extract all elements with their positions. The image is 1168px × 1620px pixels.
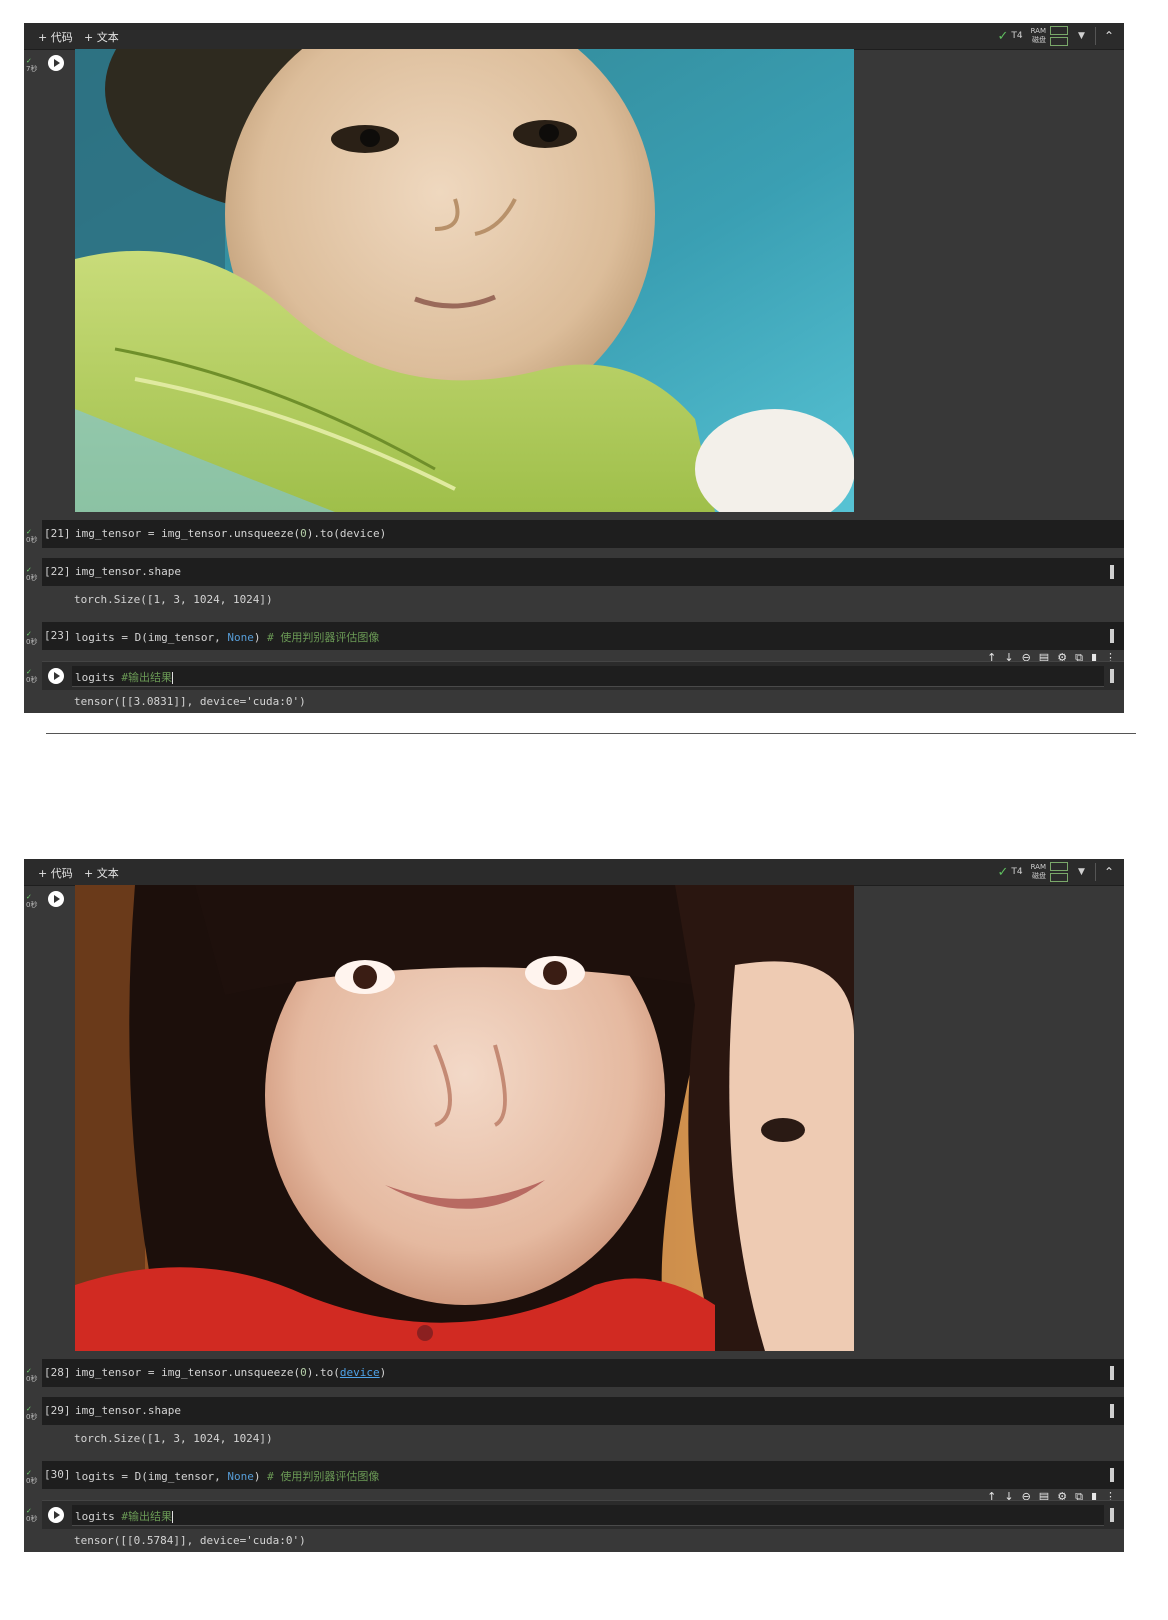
cell-status: ✓ 0秒 xyxy=(26,528,38,544)
runtime-dropdown-icon[interactable]: ▼ xyxy=(1078,31,1085,41)
disk-meter xyxy=(1050,37,1069,46)
toolbar-divider xyxy=(1094,863,1096,881)
check-icon: ✓ xyxy=(26,1469,32,1477)
cell-output: torch.Size([1, 3, 1024, 1024]) xyxy=(74,593,273,606)
connected-check-icon: ✓ xyxy=(997,864,1009,880)
cell-output: tensor([[3.0831]], device='cuda:0') xyxy=(74,695,306,708)
code-line[interactable]: img_tensor.shape xyxy=(75,565,181,578)
code-line[interactable]: logits #输出结果 xyxy=(75,1508,173,1524)
execution-count: [22] xyxy=(44,565,71,578)
baby-photo xyxy=(75,49,854,512)
separator-line xyxy=(46,733,1136,734)
cell-scrollbar[interactable] xyxy=(1110,1508,1114,1522)
run-cell-button[interactable] xyxy=(48,55,64,71)
code-editor[interactable]: logits #输出结果 xyxy=(72,666,1104,687)
toolbar-divider xyxy=(1094,27,1096,45)
code-cell[interactable]: [29] img_tensor.shape xyxy=(42,1397,1124,1425)
cell-scrollbar[interactable] xyxy=(1110,629,1114,643)
cell-status: ✓ 0秒 xyxy=(26,1367,38,1383)
runtime-type[interactable]: T4 xyxy=(1011,31,1022,41)
code-cell[interactable]: [30] logits = D(img_tensor, None) # 使用判别… xyxy=(42,1461,1124,1489)
code-cell[interactable]: [28] img_tensor = img_tensor.unsqueeze(0… xyxy=(42,1359,1124,1387)
runtime-type[interactable]: T4 xyxy=(1011,867,1022,877)
women-photo xyxy=(75,885,854,1351)
ram-meter xyxy=(1050,862,1069,871)
code-line[interactable]: img_tensor.shape xyxy=(75,1404,181,1417)
ram-meter xyxy=(1050,26,1069,35)
check-icon: ✓ xyxy=(26,630,32,638)
connected-check-icon: ✓ xyxy=(997,28,1009,44)
cell-status: ✓ 7秒 xyxy=(26,57,38,73)
run-cell-button[interactable] xyxy=(48,891,64,907)
check-icon: ✓ xyxy=(26,1405,32,1413)
code-line[interactable]: logits = D(img_tensor, None) # 使用判别器评估图像 xyxy=(75,1468,379,1484)
resource-meter[interactable] xyxy=(1050,25,1069,47)
cell-scrollbar[interactable] xyxy=(1110,1366,1114,1380)
output-image-women xyxy=(75,885,854,1351)
notebook-toolbar: + 代码 + 文本 ✓ T4 RAM 磁盘 ▼ ⌃ xyxy=(24,859,1124,886)
check-icon: ✓ xyxy=(26,893,32,901)
code-line[interactable]: logits = D(img_tensor, None) # 使用判别器评估图像 xyxy=(75,629,379,645)
ram-label: RAM xyxy=(1030,863,1047,871)
code-cell[interactable]: [23] logits = D(img_tensor, None) # 使用判别… xyxy=(42,622,1124,650)
run-cell-button[interactable] xyxy=(48,668,64,684)
cell-output: torch.Size([1, 3, 1024, 1024]) xyxy=(74,1432,273,1445)
cell-status: ✓ 0秒 xyxy=(26,566,38,582)
text-cursor xyxy=(171,672,173,684)
runtime-dropdown-icon[interactable]: ▼ xyxy=(1078,867,1085,877)
check-icon: ✓ xyxy=(26,1367,32,1375)
code-editor[interactable]: logits #输出结果 xyxy=(72,1505,1104,1526)
cell-output: tensor([[0.5784]], device='cuda:0') xyxy=(74,1534,306,1547)
code-cell[interactable]: [22] img_tensor.shape xyxy=(42,558,1124,586)
execution-count: [29] xyxy=(44,1404,71,1417)
cell-status: ✓ 0秒 xyxy=(26,893,38,909)
check-icon: ✓ xyxy=(26,566,32,574)
add-text-button[interactable]: + 文本 xyxy=(84,865,119,881)
code-line[interactable]: logits #输出结果 xyxy=(75,669,173,685)
cell-status: ✓ 0秒 xyxy=(26,1405,38,1421)
code-line[interactable]: img_tensor = img_tensor.unsqueeze(0).to(… xyxy=(75,527,386,540)
execution-count: [28] xyxy=(44,1366,71,1379)
check-icon: ✓ xyxy=(26,528,32,536)
collapse-up-icon[interactable]: ⌃ xyxy=(1104,29,1114,43)
disk-meter xyxy=(1050,873,1069,882)
cell-scrollbar[interactable] xyxy=(1110,669,1114,683)
cell-scrollbar[interactable] xyxy=(1110,565,1114,579)
notebook-panel-2: + 代码 + 文本 ✓ T4 RAM 磁盘 ▼ ⌃ ✓ 0秒 ✓ 0秒 [28]… xyxy=(24,859,1124,1552)
code-line[interactable]: img_tensor = img_tensor.unsqueeze(0).to(… xyxy=(75,1366,386,1379)
disk-label: 磁盘 xyxy=(1032,872,1047,880)
resource-meter[interactable] xyxy=(1050,861,1069,883)
check-icon: ✓ xyxy=(26,57,32,65)
check-icon: ✓ xyxy=(26,668,32,676)
active-code-cell[interactable]: logits #输出结果 xyxy=(42,1500,1124,1529)
output-image-baby xyxy=(75,49,854,512)
cell-status: ✓ 0秒 xyxy=(26,668,38,684)
cell-status: ✓ 0秒 xyxy=(26,1469,38,1485)
resource-labels: RAM 磁盘 xyxy=(1031,863,1046,881)
execution-count: [30] xyxy=(44,1468,71,1481)
add-code-button[interactable]: + 代码 xyxy=(38,865,73,881)
collapse-up-icon[interactable]: ⌃ xyxy=(1104,865,1114,879)
add-text-button[interactable]: + 文本 xyxy=(84,29,119,45)
cell-status: ✓ 0秒 xyxy=(26,630,38,646)
code-cell[interactable]: [21] img_tensor = img_tensor.unsqueeze(0… xyxy=(42,520,1124,548)
cell-status: ✓ 0秒 xyxy=(26,1507,38,1523)
notebook-panel-1: + 代码 + 文本 ✓ T4 RAM 磁盘 ▼ ⌃ ✓ 7秒 ✓ 0秒 [21]… xyxy=(24,23,1124,713)
ram-label: RAM xyxy=(1030,27,1047,35)
add-code-button[interactable]: + 代码 xyxy=(38,29,73,45)
cell-scrollbar[interactable] xyxy=(1110,1468,1114,1482)
active-code-cell[interactable]: logits #输出结果 xyxy=(42,661,1124,690)
check-icon: ✓ xyxy=(26,1507,32,1515)
notebook-toolbar: + 代码 + 文本 ✓ T4 RAM 磁盘 ▼ ⌃ xyxy=(24,23,1124,50)
run-cell-button[interactable] xyxy=(48,1507,64,1523)
execution-count: [21] xyxy=(44,527,71,540)
execution-count: [23] xyxy=(44,629,71,642)
disk-label: 磁盘 xyxy=(1032,36,1047,44)
cell-scrollbar[interactable] xyxy=(1110,1404,1114,1418)
device-link[interactable]: device xyxy=(340,1366,380,1379)
text-cursor xyxy=(171,1511,173,1523)
resource-labels: RAM 磁盘 xyxy=(1031,27,1046,45)
